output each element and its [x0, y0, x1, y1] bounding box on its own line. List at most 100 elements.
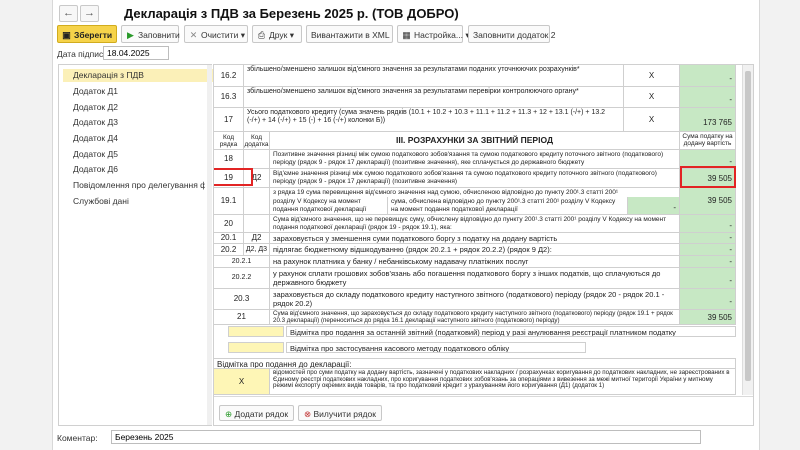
- sections-sidebar: Декларація з ПДВ Додаток Д1 Додаток Д2 Д…: [58, 64, 217, 426]
- signing-date-input[interactable]: [103, 46, 169, 60]
- row-value[interactable]: 39 505: [680, 188, 736, 215]
- plus-icon: ⊕: [225, 409, 233, 419]
- addendum-d1-mark[interactable]: X: [214, 369, 270, 395]
- fill-addendum-button[interactable]: Заповнити додаток 2: [468, 25, 556, 43]
- toolbar: ▣ Зберегти ▶ Заповнити ✕ Очистити ▾ ⎙ Друк ▾…: [53, 25, 759, 45]
- row-actions: ⊕ Додати рядок ⊗ Вилучити рядок: [214, 396, 753, 425]
- back-button[interactable]: ←: [59, 5, 78, 22]
- window-title: Декларація з ПДВ за Березень 2025 р. (ТО…: [124, 6, 459, 21]
- row-text: Позитивне значення різниці між сумою под…: [270, 150, 680, 169]
- close-icon: ✕: [189, 30, 198, 40]
- sidebar-item-delegation[interactable]: Повідомлення про делегування філіям: [73, 180, 205, 190]
- row-addendum: Д2, Д3: [244, 244, 270, 256]
- addendum-d1-text: відомостей про суми податку на додану ва…: [270, 369, 736, 395]
- row-text: зараховується у зменшення суми податково…: [270, 233, 680, 244]
- sidebar-scrollbar[interactable]: [207, 65, 212, 425]
- delete-row-button[interactable]: ⊗ Вилучити рядок: [298, 405, 382, 421]
- fill-button[interactable]: ▶ Заповнити: [121, 25, 180, 43]
- highlight-row-19-code: [214, 168, 253, 186]
- sidebar-item-declaration[interactable]: Декларація з ПДВ: [63, 69, 217, 82]
- row-code: 21: [214, 310, 270, 325]
- fill-addendum-label: Заповнити додаток 2: [473, 30, 556, 40]
- row-x-mark: X: [624, 65, 680, 87]
- header-vat-sum: Сума податку на додану вартість: [680, 132, 736, 150]
- comment-input[interactable]: [111, 430, 701, 444]
- row-sub-text: розділу V Кодексу на момент подання пода…: [270, 197, 388, 215]
- cash-method-checkbox[interactable]: [228, 342, 284, 353]
- row-addendum: [244, 188, 270, 215]
- comment-label: Коментар:: [57, 433, 98, 443]
- export-xml-label: Вивантажити в XML: [311, 30, 390, 40]
- chevron-down-icon: ▾: [240, 30, 245, 40]
- row-value[interactable]: -: [680, 289, 736, 310]
- forward-button[interactable]: →: [80, 5, 99, 22]
- row-x-mark: X: [624, 108, 680, 132]
- annulment-mark-checkbox[interactable]: [228, 326, 284, 337]
- declaration-window: ← → Декларація з ПДВ за Березень 2025 р.…: [52, 0, 760, 450]
- row-value[interactable]: -: [680, 215, 736, 233]
- row-addendum: [244, 215, 270, 233]
- row-text: у рахунок сплати грошових зобов'язань аб…: [270, 268, 680, 289]
- clear-label: Очистити: [201, 30, 239, 40]
- clear-button[interactable]: ✕ Очистити ▾: [184, 25, 248, 43]
- sidebar-item-d5[interactable]: Додаток Д5: [73, 149, 118, 159]
- row-value[interactable]: -: [680, 233, 736, 244]
- sidebar-item-d6[interactable]: Додаток Д6: [73, 164, 118, 174]
- add-row-button[interactable]: ⊕ Додати рядок: [219, 405, 295, 421]
- delete-icon: ⊗: [304, 409, 312, 419]
- settings-button[interactable]: ▦Настройка... ▾: [397, 25, 470, 43]
- row-text: підлягає бюджетному відшкодуванню (рядок…: [270, 244, 680, 256]
- form-scrollbar[interactable]: [742, 65, 753, 395]
- row-text: збільшено/зменшено залишок від'ємного зн…: [244, 65, 624, 87]
- row-code: 18: [214, 150, 244, 169]
- row-text: Усього податкового кредиту (сума значень…: [244, 108, 624, 132]
- comment-field: Коментар:: [57, 430, 701, 444]
- print-label: Друк: [269, 30, 288, 40]
- row-value[interactable]: 173 765: [680, 108, 736, 132]
- highlight-row-19-value: [680, 166, 736, 188]
- row-code: 20.2.1: [214, 256, 270, 268]
- header-code-row: Код рядка: [214, 132, 244, 150]
- addendum-mark-title: Відмітка про подання до декларації:: [214, 358, 736, 369]
- arrow-right-icon: →: [84, 7, 95, 19]
- add-row-label: Додати рядок: [234, 409, 289, 419]
- row-text: Сума від'ємного значення, що не перевищу…: [270, 215, 680, 233]
- row-code: 20.2.2: [214, 268, 270, 289]
- row-sub-value[interactable]: -: [628, 197, 680, 215]
- row-text: зараховується до складу податкового кред…: [270, 289, 680, 310]
- row-value[interactable]: -: [680, 256, 736, 268]
- export-xml-button[interactable]: Вивантажити в XML: [306, 25, 393, 43]
- row-code: 20.1: [214, 233, 244, 244]
- play-icon: ▶: [127, 30, 134, 40]
- row-value[interactable]: -: [680, 87, 736, 108]
- row-text: Сума від'ємного значення, що зараховуєть…: [270, 310, 680, 325]
- section-title: III. РОЗРАХУНКИ ЗА ЗВІТНИЙ ПЕРІОД: [270, 132, 680, 150]
- annulment-mark-text: Відмітка про подання за останній звітний…: [286, 326, 736, 337]
- save-label: Зберегти: [74, 30, 113, 40]
- title-bar: ← → Декларація з ПДВ за Березень 2025 р.…: [53, 0, 759, 24]
- row-code: 16.2: [214, 65, 244, 87]
- row-value[interactable]: -: [680, 65, 736, 87]
- row-value[interactable]: -: [680, 268, 736, 289]
- cash-method-text: Відмітка про застосування касового метод…: [286, 342, 586, 353]
- form-scrollbar-thumb[interactable]: [745, 71, 751, 381]
- sidebar-item-d3[interactable]: Додаток Д3: [73, 117, 118, 127]
- arrow-left-icon: ←: [63, 7, 74, 19]
- print-button[interactable]: ⎙ Друк ▾: [252, 25, 302, 43]
- row-text: з рядка 19 сума перевищення від'ємного з…: [270, 188, 680, 197]
- sidebar-item-d2[interactable]: Додаток Д2: [73, 102, 118, 112]
- row-code: 19.1: [214, 188, 244, 215]
- sidebar-item-d4[interactable]: Додаток Д4: [73, 133, 118, 143]
- row-sub-description: сума, обчислена відповідно до пункту 200…: [388, 197, 628, 215]
- row-value[interactable]: -: [680, 244, 736, 256]
- signing-date-label: Дата підпису:: [57, 49, 110, 59]
- save-button[interactable]: ▣ Зберегти: [57, 25, 117, 43]
- chevron-down-icon: ▾: [289, 30, 295, 40]
- sidebar-item-service-data[interactable]: Службові дані: [73, 196, 129, 206]
- settings-label: Настройка...: [414, 30, 463, 40]
- sidebar-item-d1[interactable]: Додаток Д1: [73, 86, 118, 96]
- row-text: збільшено/зменшено залишок від'ємного зн…: [244, 87, 624, 108]
- printer-icon: ⎙: [257, 30, 266, 40]
- floppy-icon: ▣: [62, 30, 71, 40]
- row-value[interactable]: 39 505: [680, 310, 736, 325]
